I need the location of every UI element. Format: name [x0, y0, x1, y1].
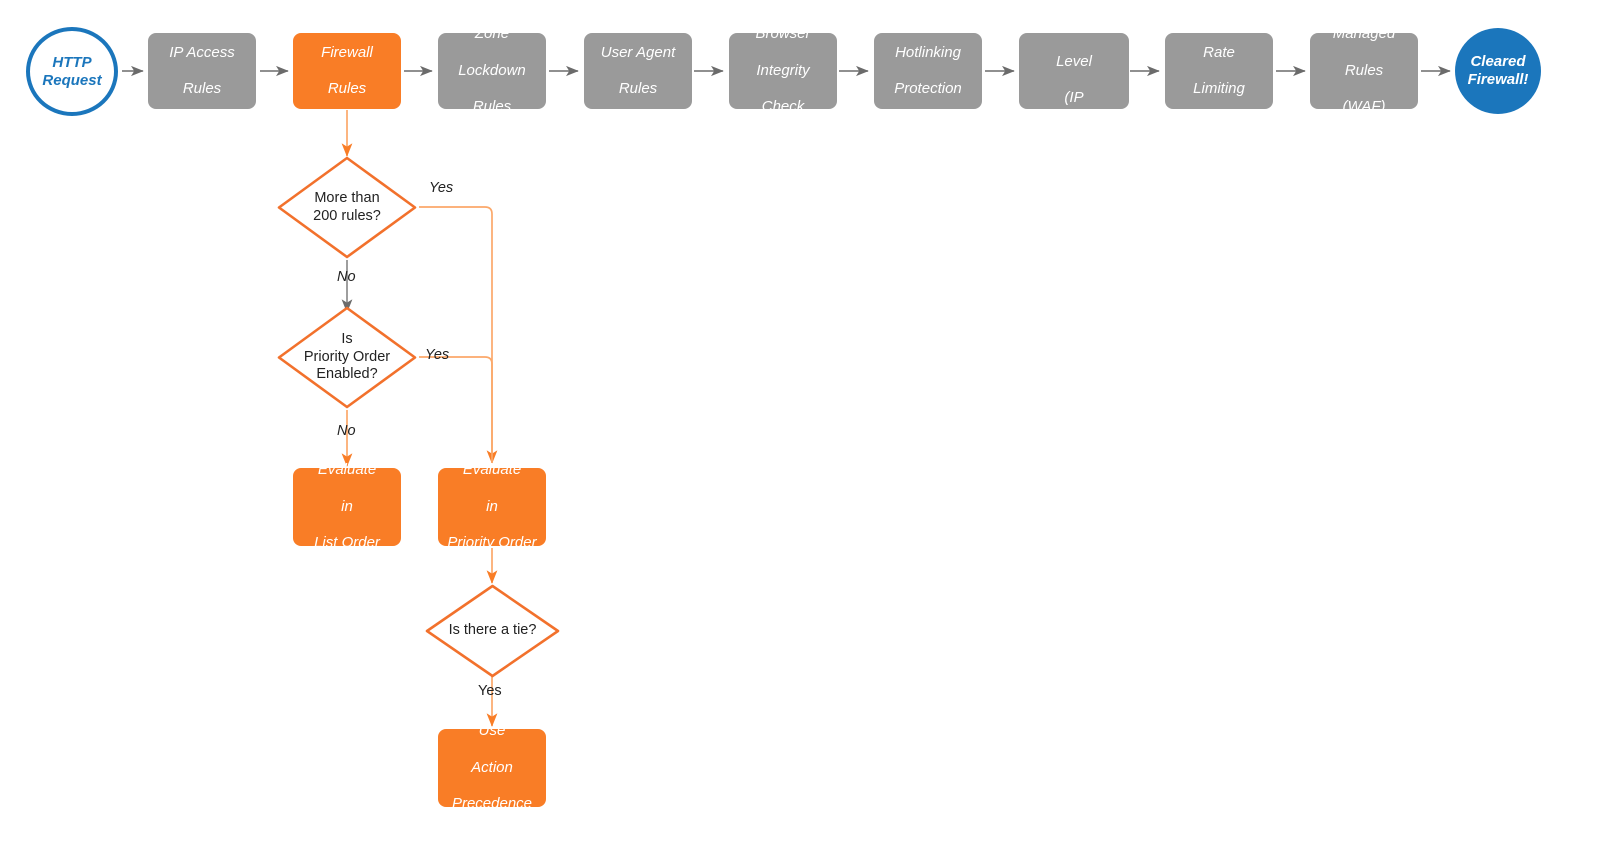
node-is-priority-order-enabled[interactable]: Is Priority Order Enabled? [276, 305, 418, 410]
node-rate-limiting[interactable]: Rate Limiting [1165, 33, 1273, 109]
edge-label-yes-more-than-200: Yes [429, 180, 454, 196]
node-hotlinking-protection[interactable]: Hotlinking Protection [874, 33, 982, 109]
connector-layer [122, 65, 1451, 727]
node-http-request-label: HTTP Request [42, 53, 102, 89]
node-zone-lockdown-rules[interactable]: Zone Lockdown Rules [438, 25, 546, 115]
node-zone-lockdown-rules-label: Zone Lockdown Rules [458, 25, 526, 116]
node-use-action-precedence[interactable]: Use Action Precedence [438, 722, 546, 812]
node-use-action-precedence-label: Use Action Precedence [451, 722, 533, 813]
node-evaluate-in-list-order[interactable]: Evaluate in List Order [293, 461, 401, 551]
node-rate-limiting-label: Rate Limiting [1193, 43, 1245, 98]
node-ip-access-rules-label: IP Access Rules [169, 43, 235, 98]
edge-label-yes-is-there-a-tie: Yes [478, 683, 502, 699]
node-cleared-firewall[interactable]: Cleared Firewall! [1455, 28, 1541, 114]
node-ip-access-rules[interactable]: IP Access Rules [148, 33, 256, 109]
node-firewall-rules-label: Firewall Rules [321, 43, 373, 98]
node-firewall-rules[interactable]: Firewall Rules [293, 33, 401, 109]
node-security-level-label: Security Level (IP Reputation) [1035, 16, 1113, 125]
node-cleared-firewall-label: Cleared Firewall! [1467, 53, 1529, 88]
node-more-than-200-rules-label: More than 200 rules? [313, 189, 381, 224]
node-browser-integrity-check-label: Browser Integrity Check [755, 25, 811, 116]
node-evaluate-in-priority-order-label: Evaluate in Priority Order [447, 461, 537, 552]
node-managed-rules-waf-label: Managed Rules (WAF) [1332, 25, 1396, 116]
node-evaluate-in-list-order-label: Evaluate in List Order [314, 461, 380, 552]
node-http-request[interactable]: HTTP Request [26, 27, 118, 116]
edge-decision2-yes [419, 356, 493, 463]
edge-label-no-priority-order: No [337, 423, 356, 439]
flowchart-canvas: HTTP Request IP Access Rules Firewall Ru… [0, 0, 1600, 858]
node-browser-integrity-check[interactable]: Browser Integrity Check [729, 25, 837, 115]
node-managed-rules-waf[interactable]: Managed Rules (WAF) [1310, 25, 1418, 115]
node-is-there-a-tie-label: Is there a tie? [448, 622, 537, 639]
node-security-level[interactable]: Security Level (IP Reputation) [1019, 16, 1129, 125]
node-user-agent-rules[interactable]: User Agent Rules [584, 33, 692, 109]
node-is-priority-order-enabled-label: Is Priority Order Enabled? [303, 330, 391, 383]
edge-decision1-yes [419, 206, 498, 464]
node-is-there-a-tie[interactable]: Is there a tie? [424, 583, 561, 679]
edge-label-yes-priority-order: Yes [425, 347, 450, 363]
edge-label-no-more-than-200: No [337, 269, 356, 285]
node-user-agent-rules-label: User Agent Rules [600, 43, 676, 98]
node-evaluate-in-priority-order[interactable]: Evaluate in Priority Order [438, 461, 546, 551]
node-more-than-200-rules[interactable]: More than 200 rules? [276, 155, 418, 260]
node-hotlinking-protection-label: Hotlinking Protection [894, 43, 962, 98]
